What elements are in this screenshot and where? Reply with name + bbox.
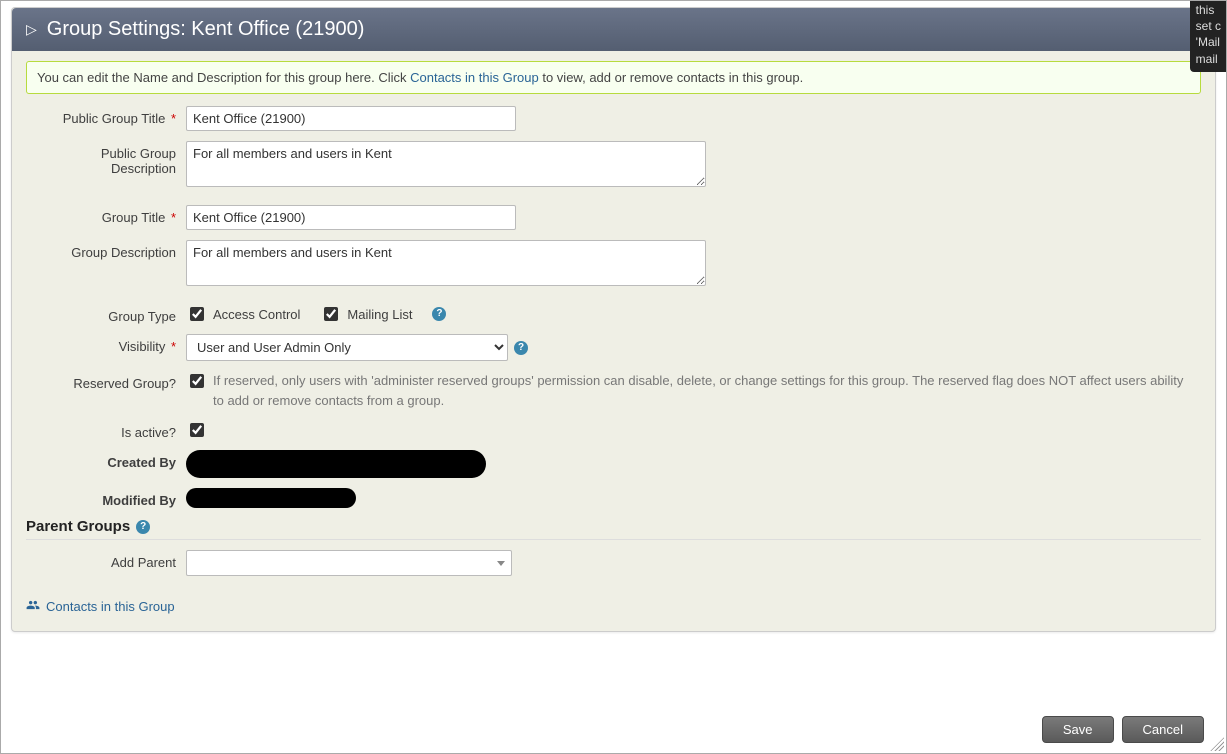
collapse-icon[interactable]: ▷ [26,21,37,38]
tooltip-line: this [1196,3,1215,17]
label-group-title: Group Title * [26,205,186,225]
reserved-help-text: If reserved, only users with 'administer… [213,371,1193,410]
label-is-active: Is active? [26,420,186,440]
group-description-textarea[interactable] [186,240,706,286]
chevron-down-icon [497,561,505,566]
info-text-after: to view, add or remove contacts in this … [539,70,803,85]
group-title-input[interactable] [186,205,516,230]
panel-header: ▷ Group Settings: Kent Office (21900) [12,8,1215,51]
modified-by-value-redacted [186,488,356,508]
label-modified-by: Modified By [26,488,186,508]
public-group-title-input[interactable] [186,106,516,131]
access-control-checkbox[interactable] [190,307,204,321]
tooltip-line: set c [1196,19,1221,33]
users-icon [26,598,40,615]
label-visibility: Visibility * [26,334,186,354]
group-settings-panel: ▷ Group Settings: Kent Office (21900) Yo… [11,7,1216,632]
label-group-description: Group Description [26,240,186,260]
required-marker: * [167,210,176,225]
label-reserved-group: Reserved Group? [26,371,186,391]
page-title: Group Settings: Kent Office (21900) [47,18,365,41]
parent-groups-heading: Parent Groups ? [26,518,1201,540]
label-created-by: Created By [26,450,186,470]
required-marker: * [167,111,176,126]
label-public-group-title: Public Group Title * [26,106,186,126]
help-icon[interactable]: ? [136,520,150,534]
add-parent-select[interactable] [186,550,512,576]
tooltip-line: 'Mail [1196,35,1220,49]
created-by-value-redacted [186,450,486,478]
help-icon[interactable]: ? [432,307,446,321]
tooltip-line: mail [1196,52,1218,66]
access-control-label: Access Control [213,307,300,322]
resize-grip-icon [1210,737,1224,751]
visibility-select[interactable]: User and User Admin Only [186,334,508,361]
label-group-type: Group Type [26,304,186,324]
contacts-in-group-link-inline[interactable]: Contacts in this Group [410,70,539,85]
required-marker: * [167,339,176,354]
public-group-description-textarea[interactable] [186,141,706,187]
contacts-link-text: Contacts in this Group [46,599,175,614]
label-add-parent: Add Parent [26,550,186,570]
contacts-in-group-link[interactable]: Contacts in this Group [26,598,175,615]
reserved-group-checkbox[interactable] [190,374,204,388]
tooltip-fragment: this set c 'Mail mail [1190,0,1227,72]
info-text-before: You can edit the Name and Description fo… [37,70,410,85]
save-button[interactable]: Save [1042,716,1114,743]
cancel-button[interactable]: Cancel [1122,716,1204,743]
info-banner: You can edit the Name and Description fo… [26,61,1201,94]
help-icon[interactable]: ? [514,341,528,355]
label-public-group-description: Public Group Description [26,141,186,176]
mailing-list-checkbox[interactable] [324,307,338,321]
mailing-list-label: Mailing List [347,307,412,322]
is-active-checkbox[interactable] [190,423,204,437]
